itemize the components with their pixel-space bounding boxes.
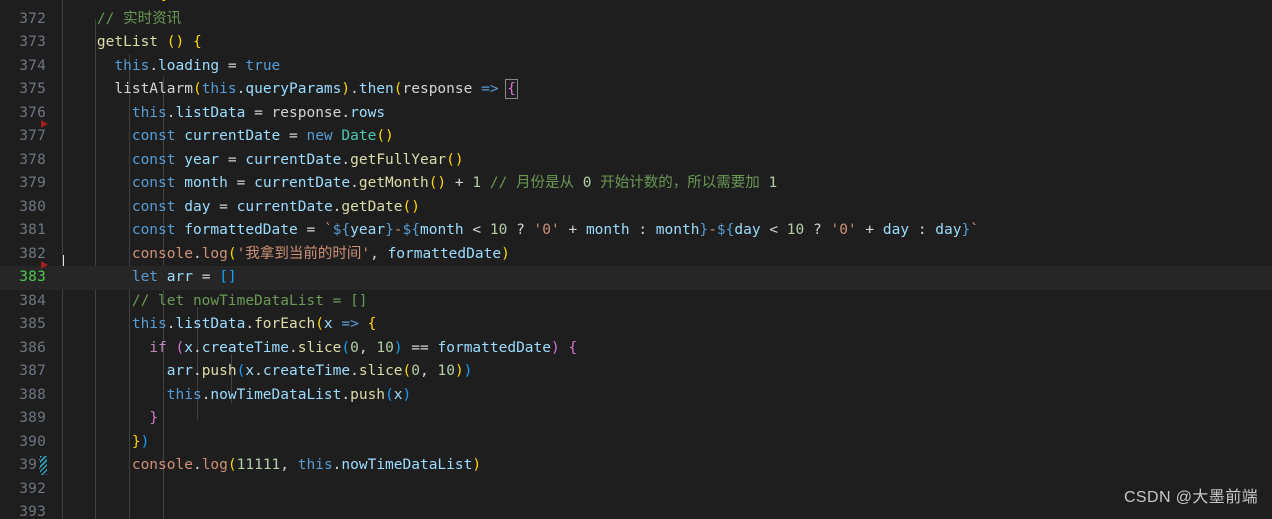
code-line[interactable]: 388 this.nowTimeDataList.push(x) (0, 384, 1272, 408)
fold-triangle-icon[interactable] (41, 120, 48, 128)
line-number: 371 (19, 0, 46, 8)
line-number: 373 (19, 34, 46, 50)
code-line[interactable]: 382 console.log('我拿到当前的时间', formattedDat… (0, 243, 1272, 267)
line-number: 389 (19, 410, 46, 426)
line-gutter[interactable]: 387 (0, 360, 62, 384)
line-content[interactable]: } (62, 407, 158, 431)
line-content[interactable]: // let nowTimeDataList = [] (62, 290, 368, 314)
line-gutter[interactable]: 372 (0, 8, 62, 32)
code-surface[interactable]: 371 methods: { 372 // 实时资讯 373 getList (… (0, 0, 1272, 519)
code-line[interactable]: 381 const formattedDate = `${year}-${mon… (0, 219, 1272, 243)
line-number: 390 (19, 433, 46, 450)
line-content[interactable]: getList () { (62, 31, 202, 55)
line-gutter[interactable]: 392 (0, 478, 62, 502)
line-content[interactable]: if (x.createTime.slice(0, 10) == formatt… (62, 337, 577, 361)
line-gutter[interactable]: 384 (0, 290, 62, 314)
code-line[interactable]: 385 this.listData.forEach(x => { (0, 313, 1272, 337)
diff-hatch-icon[interactable] (40, 456, 47, 475)
code-line[interactable]: 374 this.loading = true (0, 55, 1272, 79)
line-content[interactable]: const day = currentDate.getDate() (62, 196, 420, 220)
line-number: 385 (19, 316, 46, 332)
line-gutter[interactable]: 373 (0, 31, 62, 55)
line-number: 384 (19, 292, 46, 309)
line-gutter[interactable]: 386 (0, 337, 62, 361)
line-number: 375 (19, 81, 46, 97)
line-number: 377 (19, 128, 46, 144)
line-content[interactable]: this.loading = true (62, 55, 280, 79)
line-gutter[interactable]: 371 (0, 0, 62, 8)
line-content[interactable]: }) (62, 431, 149, 455)
line-number: 380 (19, 198, 46, 215)
code-line[interactable]: 390 }) (0, 431, 1272, 455)
code-line[interactable]: 393 (0, 501, 1272, 519)
csdn-watermark: CSDN @大墨前端 (1123, 488, 1258, 506)
line-gutter[interactable]: 391 (0, 454, 62, 478)
line-number: 387 (19, 363, 46, 379)
line-gutter[interactable]: 379 (0, 172, 62, 196)
code-line[interactable]: 379 const month = currentDate.getMonth()… (0, 172, 1272, 196)
line-gutter[interactable]: 378 (0, 149, 62, 173)
line-gutter[interactable]: 380 (0, 196, 62, 220)
line-number: 379 (19, 175, 46, 191)
line-content[interactable]: const formattedDate = `${year}-${month <… (62, 219, 979, 243)
code-line[interactable]: 375 listAlarm(this.queryParams).then(res… (0, 78, 1272, 102)
line-number: 392 (19, 480, 46, 497)
code-line[interactable]: 377 const currentDate = new Date() (0, 120, 1272, 149)
line-gutter[interactable]: 381 (0, 219, 62, 243)
line-gutter[interactable]: 375 (0, 78, 62, 102)
code-line[interactable]: 389 } (0, 407, 1272, 431)
line-number: 386 (19, 339, 46, 356)
line-gutter[interactable]: 389 (0, 407, 62, 431)
code-line[interactable]: 391 console.log(11111, this.nowTimeDataL… (0, 454, 1272, 478)
code-line[interactable]: 371 methods: { (0, 0, 1272, 8)
line-content[interactable]: console.log('我拿到当前的时间', formattedDate) (62, 243, 510, 267)
line-content[interactable]: methods: { (62, 0, 166, 8)
code-line[interactable]: 373 getList () { (0, 31, 1272, 55)
line-gutter[interactable]: 377 (0, 120, 62, 149)
line-gutter[interactable]: 390 (0, 431, 62, 455)
code-line[interactable]: 378 const year = currentDate.getFullYear… (0, 149, 1272, 173)
line-number: 378 (19, 151, 46, 168)
line-number-current: 383 (19, 269, 46, 285)
code-line[interactable]: 372 // 实时资讯 (0, 8, 1272, 32)
line-content[interactable]: this.nowTimeDataList.push(x) (62, 384, 411, 408)
line-gutter[interactable]: 383 (0, 261, 62, 290)
line-gutter[interactable]: 376 (0, 102, 62, 126)
line-content[interactable]: const month = currentDate.getMonth() + 1… (62, 172, 777, 196)
code-line[interactable]: 386 if (x.createTime.slice(0, 10) == for… (0, 337, 1272, 361)
line-content[interactable]: let arr = [] (62, 266, 237, 290)
line-number: 374 (19, 57, 46, 74)
line-number: 381 (19, 222, 46, 238)
code-editor[interactable]: 371 methods: { 372 // 实时资讯 373 getList (… (0, 0, 1272, 519)
line-number: 388 (19, 386, 46, 403)
line-content[interactable]: arr.push(x.createTime.slice(0, 10)) (62, 360, 473, 384)
line-gutter[interactable]: 388 (0, 384, 62, 408)
line-content[interactable]: console.log(11111, this.nowTimeDataList) (62, 454, 481, 478)
fold-triangle-icon[interactable] (41, 261, 48, 269)
line-content[interactable]: listAlarm(this.queryParams).then(respons… (62, 78, 518, 102)
line-content[interactable]: const currentDate = new Date() (62, 125, 394, 149)
line-gutter[interactable]: 385 (0, 313, 62, 337)
code-line-current[interactable]: 383 let arr = [] (0, 261, 1272, 290)
line-gutter[interactable]: 374 (0, 55, 62, 79)
line-content[interactable]: const year = currentDate.getFullYear() (62, 149, 464, 173)
line-number: 393 (19, 504, 46, 519)
line-gutter[interactable]: 393 (0, 501, 62, 519)
line-number: 372 (19, 10, 46, 27)
line-content[interactable]: // 实时资讯 (62, 8, 181, 32)
code-line[interactable]: 392 (0, 478, 1272, 502)
line-content[interactable]: this.listData = response.rows (62, 102, 385, 126)
code-line[interactable]: 384 // let nowTimeDataList = [] (0, 290, 1272, 314)
code-line[interactable]: 376 this.listData = response.rows (0, 102, 1272, 126)
line-content[interactable]: this.listData.forEach(x => { (62, 313, 376, 337)
line-gutter[interactable]: 382 (0, 243, 62, 267)
code-line[interactable]: 387 arr.push(x.createTime.slice(0, 10)) (0, 360, 1272, 384)
code-line[interactable]: 380 const day = currentDate.getDate() (0, 196, 1272, 220)
